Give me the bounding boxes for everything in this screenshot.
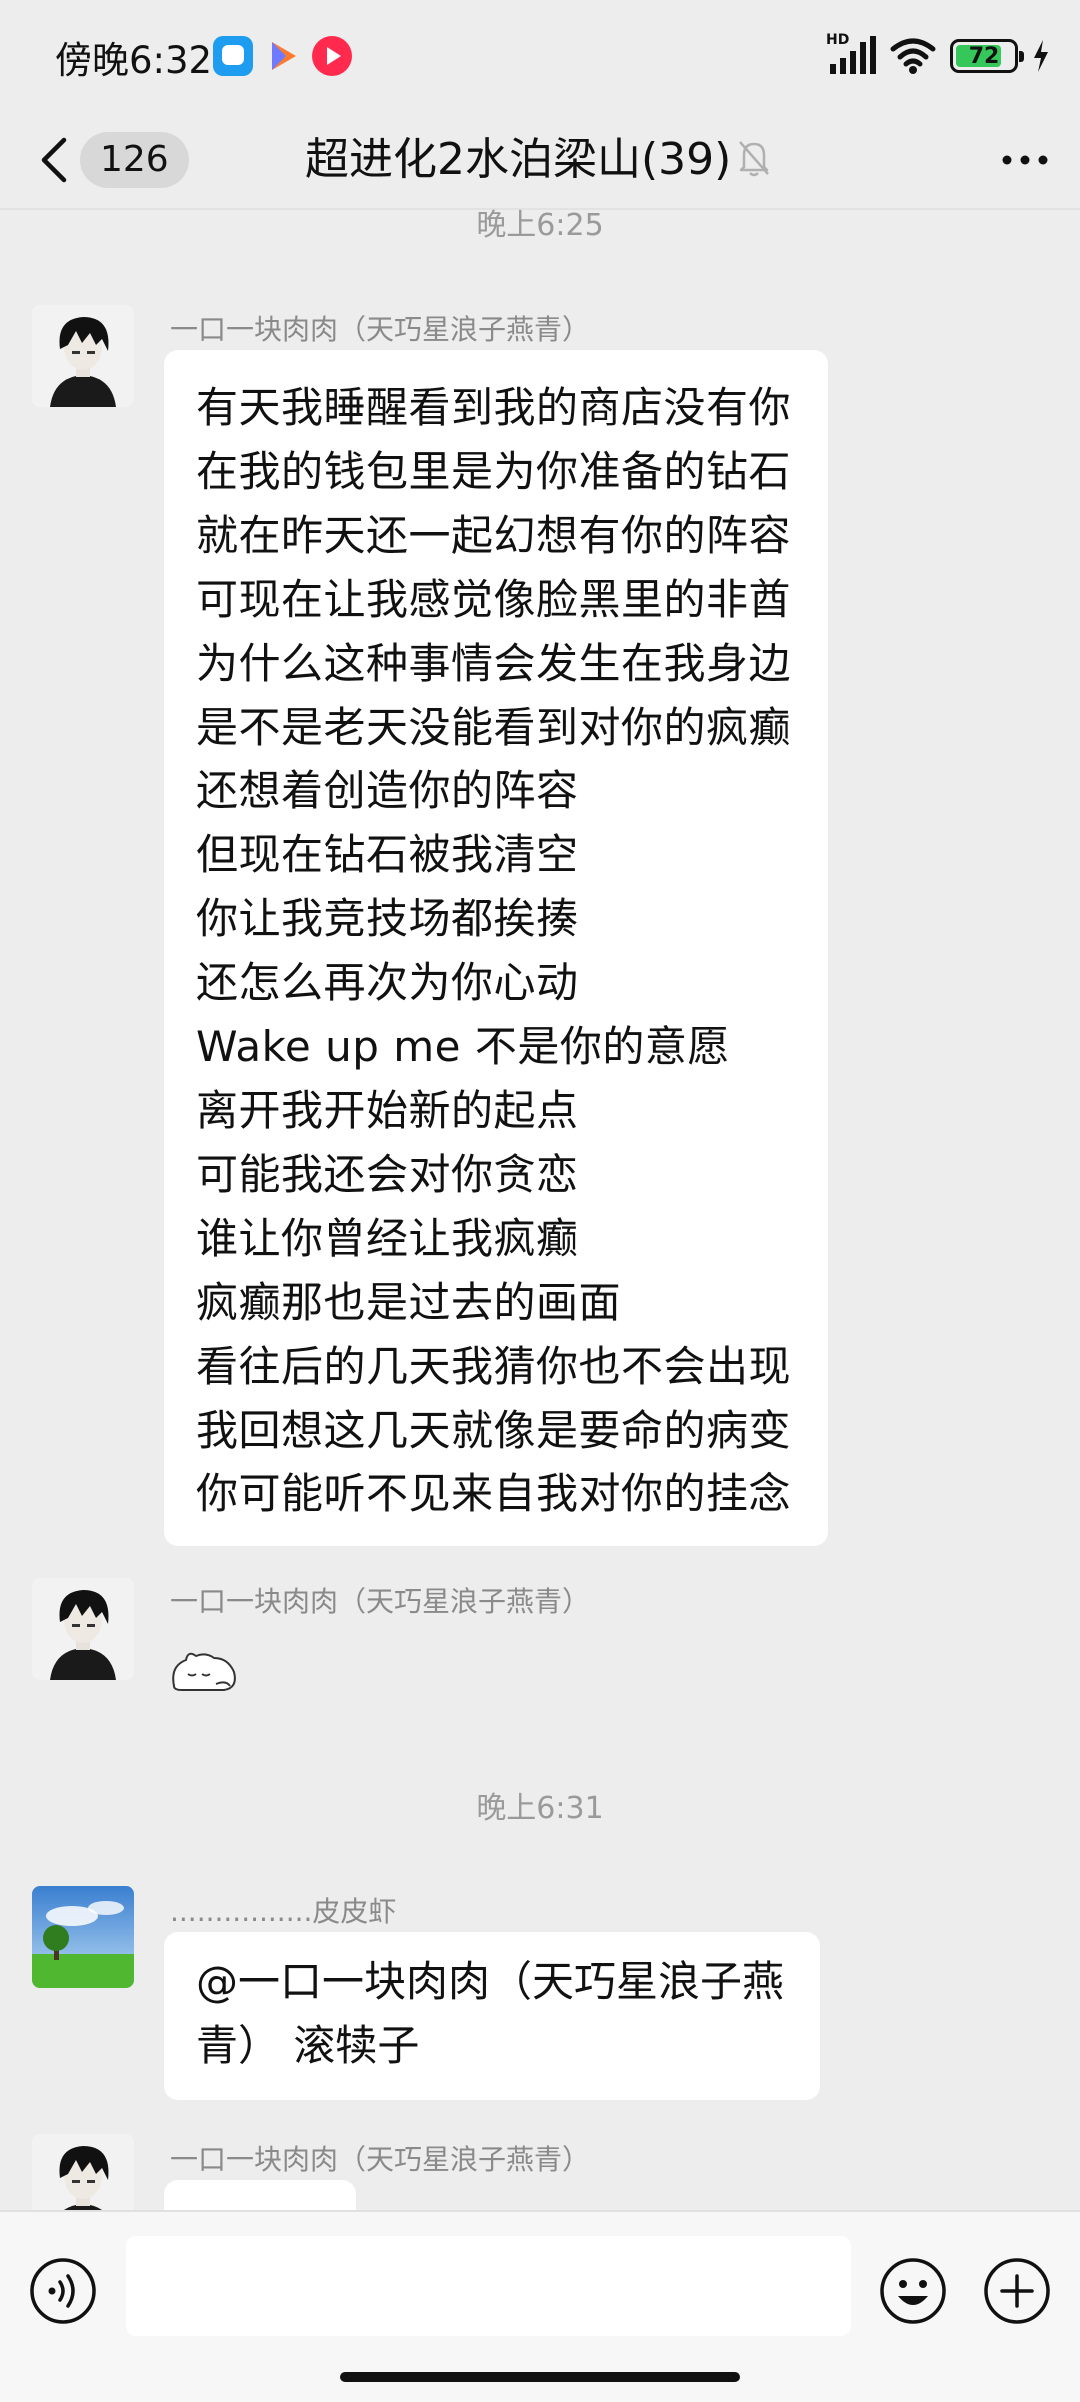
battery-level: 72 [968,43,1000,69]
message-line: Wake up me 不是你的意愿 [196,1022,730,1072]
message-line: 就在昨天还一起幻想有你的阵容 [196,510,792,560]
video-player-icon [262,36,302,76]
message-line: 还怎么再次为你心动 [196,958,579,1008]
avatar[interactable] [32,1578,134,1680]
message-line: 你让我竞技场都挨揍 [196,894,579,944]
message-bubble[interactable] [164,2180,356,2210]
avatar[interactable] [32,1886,134,1988]
message-line: 可能我还会对你贪恋 [196,1149,579,1199]
dark-haired-anime-avatar-icon [32,1578,134,1680]
message-line: @一口一块肉肉（天巧星浪子燕 [196,1957,785,2006]
timestamp-separator: 晚上6:31 [476,1791,604,1826]
battery-icon: 72 [950,39,1024,73]
unread-count-badge[interactable]: 126 [80,132,189,188]
tree-landscape-avatar-icon [32,1886,134,1988]
message-bubble[interactable]: @一口一块肉肉（天巧星浪子燕 青） 滚犊子 [164,1932,820,2100]
wifi-icon [890,38,936,74]
message-line: 为什么这种事情会发生在我身边 [196,638,792,688]
message-line: 看往后的几天我猜你也不会出现 [196,1341,792,1391]
message-line: 有天我睡醒看到我的商店没有你 [196,383,792,432]
message-line: 在我的钱包里是为你准备的钻石 [196,446,792,496]
dark-haired-anime-avatar-icon [32,2134,134,2210]
message-bubble[interactable]: 有天我睡醒看到我的商店没有你 在我的钱包里是为你准备的钻石 就在昨天还一起幻想有… [164,350,828,1546]
message-line: 谁让你曾经让我疯癫 [196,1213,579,1263]
chat-title[interactable]: 超进化2水泊梁山(39) [305,124,731,196]
message-line: 还想着创造你的阵容 [196,766,579,816]
sender-name: 一口一块肉肉（天巧星浪子燕青） [170,2143,591,2176]
message-line: 是不是老天没能看到对你的疯癫 [196,702,792,752]
music-app-icon [312,36,352,76]
sleeping-cat-sticker-icon[interactable] [168,1644,240,1696]
message-line: 可现在让我感觉像脸黑里的非酋 [196,574,792,624]
more-options-icon[interactable] [1000,140,1050,180]
message-line: 离开我开始新的起点 [196,1085,579,1135]
back-arrow-icon[interactable] [36,132,72,188]
message-line: 我回想这几天就像是要命的病变 [196,1405,792,1455]
status-time: 傍晚6:32 [55,39,213,82]
sender-name: 一口一块肉肉（天巧星浪子燕青） [170,1585,591,1618]
sender-name: 一口一块肉肉（天巧星浪子燕青） [170,313,591,346]
voice-icon[interactable] [28,2256,98,2326]
muted-bell-icon [739,141,769,177]
message-app-icon [213,36,253,76]
status-bar: 傍晚6:32 HD 72 [0,0,1080,110]
dark-haired-anime-avatar-icon [32,305,134,407]
timestamp-separator: 晚上6:25 [476,208,604,243]
message-line: 青） 滚犊子 [196,2021,420,2070]
sender-name: ................皮皮虾 [170,1895,397,1928]
signal-icon: HD [826,32,876,76]
message-line: 但现在钻石被我清空 [196,830,579,880]
home-indicator[interactable] [340,2372,740,2382]
message-input[interactable] [126,2236,851,2336]
message-line: 疯癫那也是过去的画面 [196,1277,622,1327]
plus-icon[interactable] [982,2256,1052,2326]
message-line: 你可能听不见来自我对你的挂念 [196,1469,792,1519]
avatar[interactable] [32,2134,134,2210]
avatar[interactable] [32,305,134,407]
chat-header: 126 超进化2水泊梁山(39) [0,110,1080,210]
charging-icon [1034,40,1048,72]
emoji-icon[interactable] [878,2256,948,2326]
